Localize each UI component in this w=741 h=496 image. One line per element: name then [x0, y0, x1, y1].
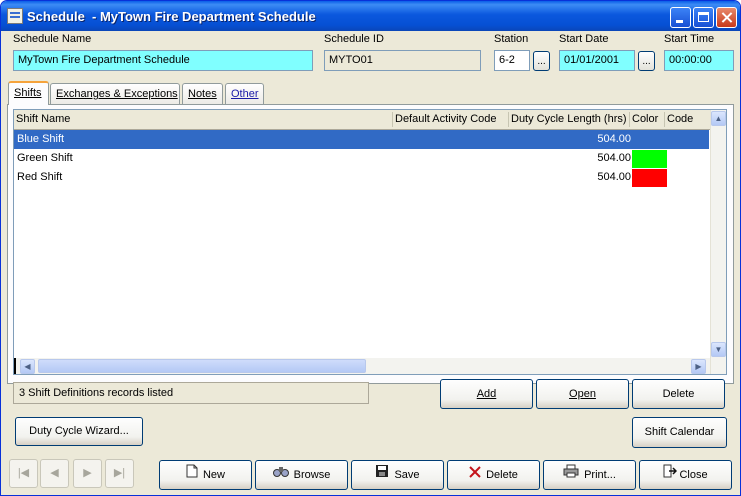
- close-window-button[interactable]: [716, 7, 737, 28]
- shift-name-cell: Green Shift: [17, 152, 73, 164]
- delete-record-button-label: Delete: [662, 388, 695, 400]
- close-button-label: Close: [679, 469, 708, 481]
- grid-vertical-scrollbar[interactable]: ▲ ▼: [710, 110, 726, 374]
- schedule-window: Schedule - MyTown Fire Department Schedu…: [0, 0, 741, 496]
- start-date-field[interactable]: 01/01/2001: [559, 50, 635, 71]
- title-bar[interactable]: Schedule - MyTown Fire Department Schedu…: [1, 1, 740, 31]
- table-row[interactable]: Red Shift 504.00: [14, 168, 709, 187]
- shift-name-cell: Blue Shift: [17, 133, 65, 145]
- shift-name-cell: Red Shift: [17, 171, 63, 183]
- add-button-label: Add: [476, 388, 497, 400]
- save-button[interactable]: Save: [351, 460, 444, 490]
- start-date-label: Start Date: [559, 33, 609, 45]
- table-row[interactable]: Blue Shift 504.00: [14, 130, 709, 149]
- start-date-picker-button[interactable]: ...: [638, 51, 655, 71]
- schedule-id-label: Schedule ID: [324, 33, 384, 45]
- open-button[interactable]: Open: [536, 379, 629, 409]
- duty-cycle-length-cell: 504.00: [597, 133, 631, 145]
- tab-notes-label: Notes: [188, 88, 217, 100]
- open-button-label: Open: [569, 388, 596, 400]
- shift-color-swatch: [632, 169, 667, 187]
- next-record-icon[interactable]: ▶: [73, 459, 102, 488]
- tab-exchanges-label: Exchanges & Exceptions: [56, 88, 178, 100]
- save-disk-icon: [375, 461, 389, 489]
- tab-shifts-label: Shifts: [14, 87, 42, 99]
- scroll-down-icon[interactable]: ▼: [711, 342, 726, 357]
- printer-icon: [563, 461, 579, 489]
- browse-button[interactable]: Browse: [255, 460, 348, 490]
- horizontal-scroll-thumb[interactable]: [38, 359, 366, 373]
- tab-shifts[interactable]: Shifts: [8, 81, 49, 105]
- station-lookup-button[interactable]: ...: [533, 51, 550, 71]
- close-button[interactable]: Close: [639, 460, 732, 490]
- start-time-field[interactable]: 00:00:00: [664, 50, 734, 71]
- shifts-grid[interactable]: Shift Name Default Activity Code Duty Cy…: [13, 109, 727, 375]
- station-label: Station: [494, 33, 529, 45]
- station-field[interactable]: 6-2: [494, 50, 530, 71]
- grid-header: Shift Name Default Activity Code Duty Cy…: [14, 110, 710, 130]
- last-record-icon[interactable]: ▶|: [105, 459, 134, 488]
- grid-horizontal-scrollbar[interactable]: ◀ ▶: [16, 358, 710, 374]
- tab-exchanges-exceptions[interactable]: Exchanges & Exceptions: [50, 83, 180, 104]
- column-header-duty-cycle-length[interactable]: Duty Cycle Length (hrs): [511, 113, 627, 125]
- delete-x-icon: [469, 461, 481, 489]
- new-button-label: New: [202, 469, 225, 481]
- tab-other-label: Other: [231, 88, 259, 100]
- duty-cycle-length-cell: 504.00: [597, 152, 631, 164]
- records-status-text: 3 Shift Definitions records listed: [13, 382, 369, 404]
- schedule-id-field: MYTO01: [324, 50, 481, 71]
- column-header-shift-name[interactable]: Shift Name: [16, 113, 70, 125]
- table-row[interactable]: Green Shift 504.00: [14, 149, 709, 168]
- schedule-name-field[interactable]: MyTown Fire Department Schedule: [13, 50, 313, 71]
- delete-button[interactable]: Delete: [447, 460, 540, 490]
- column-header-code[interactable]: Code: [667, 113, 693, 125]
- delete-record-button[interactable]: Delete: [632, 379, 725, 409]
- browse-button-label: Browse: [293, 469, 331, 481]
- delete-button-label: Delete: [486, 469, 518, 481]
- tab-other[interactable]: Other: [225, 83, 264, 104]
- print-button[interactable]: Print...: [543, 460, 636, 490]
- column-header-activity-code[interactable]: Default Activity Code: [395, 113, 497, 125]
- duty-cycle-wizard-button[interactable]: Duty Cycle Wizard...: [15, 417, 143, 446]
- print-button-label: Print...: [584, 469, 616, 481]
- previous-record-icon[interactable]: ◀: [40, 459, 69, 488]
- schedule-name-label: Schedule Name: [13, 33, 92, 45]
- shift-calendar-button[interactable]: Shift Calendar: [632, 417, 727, 448]
- duty-cycle-length-cell: 504.00: [597, 171, 631, 183]
- scroll-right-icon[interactable]: ▶: [691, 359, 706, 374]
- minimize-button[interactable]: [670, 7, 691, 28]
- new-button[interactable]: New: [159, 460, 252, 490]
- column-header-color[interactable]: Color: [632, 113, 658, 125]
- shift-color-swatch: [632, 150, 667, 168]
- scroll-left-icon[interactable]: ◀: [20, 359, 35, 374]
- new-document-icon: [186, 461, 198, 489]
- start-time-label: Start Time: [664, 33, 715, 45]
- maximize-button[interactable]: [693, 7, 714, 28]
- browse-binoculars-icon: [272, 461, 289, 489]
- save-button-label: Save: [394, 469, 420, 481]
- window-title: Schedule - MyTown Fire Department Schedu…: [27, 9, 316, 24]
- scroll-up-icon[interactable]: ▲: [711, 111, 726, 126]
- add-button[interactable]: Add: [440, 379, 533, 409]
- schedule-app-icon: [7, 8, 23, 24]
- first-record-icon[interactable]: |◀: [9, 459, 38, 488]
- tab-notes[interactable]: Notes: [182, 83, 223, 104]
- exit-door-icon: [663, 461, 678, 489]
